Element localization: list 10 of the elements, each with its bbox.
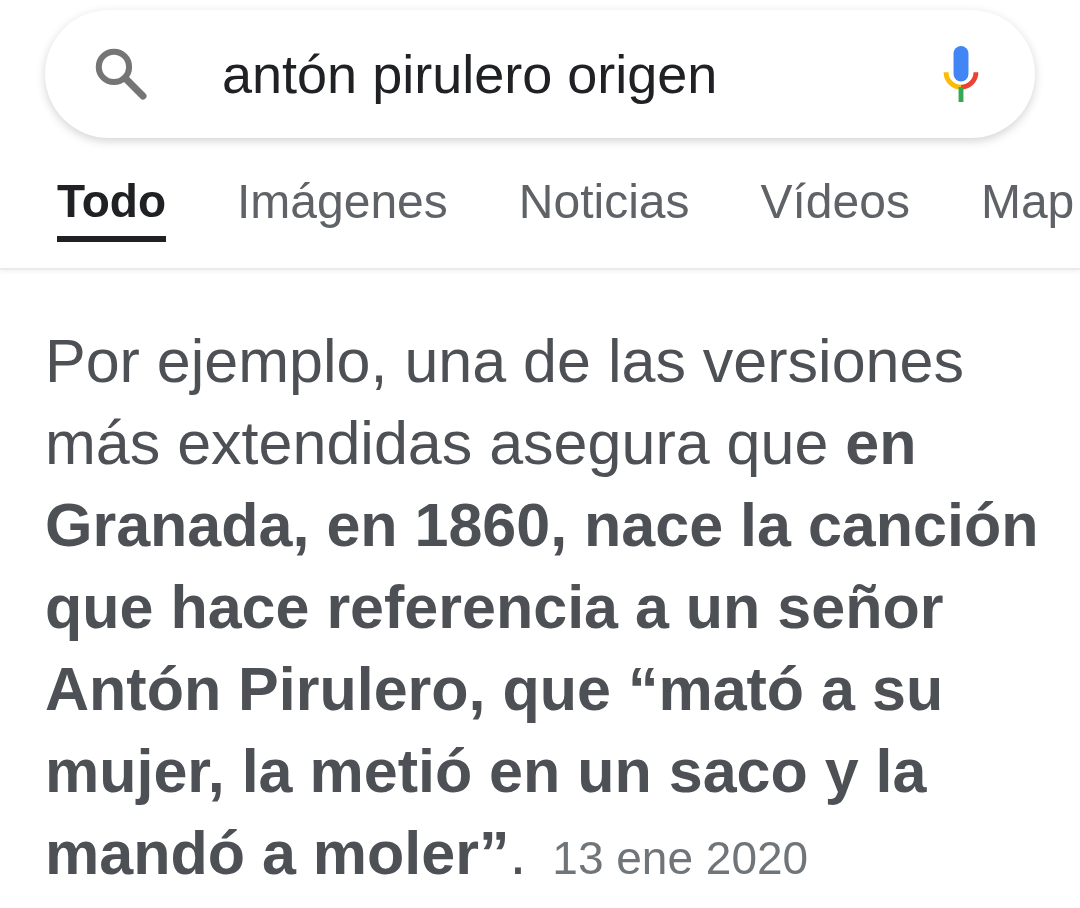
tab[interactable]: Vídeos [760,174,910,243]
search-icon[interactable] [95,47,148,101]
search-query: antón pirulero origen [222,43,719,105]
tab[interactable]: Noticias [518,174,690,243]
search-field[interactable]: antón pirulero origen [45,10,1035,138]
tab[interactable]: Map [980,174,1075,243]
result-snippet: Por ejemplo, una de las versiones más extendidas asegura que en Granada, en 1860, nace la canción que hace referencia a un señor Antón Pirulero, que “mató a su mujer, la metió en un saco y la mandó a moler”. 13 ene 2020 [45,326,1040,889]
microphone-icon[interactable] [942,46,980,102]
tab[interactable]: Imágenes [237,174,448,243]
tab[interactable]: Todo [57,174,166,242]
